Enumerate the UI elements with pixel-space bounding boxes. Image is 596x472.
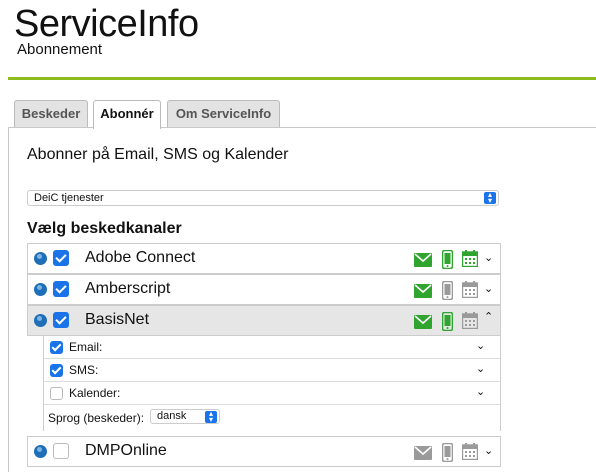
page-header: ServiceInfo Abonnement xyxy=(0,0,596,82)
channels-title: Vælg beskedkanaler xyxy=(27,220,182,237)
chevron-down-icon[interactable]: ⌄ xyxy=(484,444,493,457)
calendar-icon[interactable] xyxy=(462,443,478,460)
calendar-icon[interactable] xyxy=(462,312,478,329)
page-subtitle: Abonnement xyxy=(17,41,103,58)
sms-icon[interactable] xyxy=(442,281,453,300)
channel-label: Amberscript xyxy=(85,280,171,297)
channel-checkbox[interactable] xyxy=(53,250,69,266)
email-option-label: Email: xyxy=(69,340,103,354)
calendar-option-label: Kalender: xyxy=(69,386,121,400)
option-row-language: Sprog (beskeder): dansk ▴ ▾ xyxy=(43,405,501,431)
channel-row-dmponline: DMPOnline ⌄ xyxy=(27,436,501,467)
tab-abonner[interactable]: Abonnér xyxy=(93,100,161,129)
page-title: ServiceInfo xyxy=(14,3,199,45)
calendar-icon[interactable] xyxy=(462,281,478,298)
globe-icon[interactable] xyxy=(34,252,47,265)
panel-heading: Abonner på Email, SMS og Kalender xyxy=(27,146,289,163)
tab-beskeder[interactable]: Beskeder xyxy=(14,100,88,128)
email-icon[interactable] xyxy=(414,315,432,329)
channel-label: DMPOnline xyxy=(85,442,167,459)
chevron-down-icon[interactable]: ⌄ xyxy=(484,282,493,295)
sms-option-checkbox[interactable] xyxy=(50,364,63,377)
service-select[interactable]: DeiC tjenester ▴ ▾ xyxy=(27,190,499,206)
email-option-checkbox[interactable] xyxy=(50,341,63,354)
channel-checkbox[interactable] xyxy=(53,312,69,328)
email-icon[interactable] xyxy=(414,253,432,267)
sms-icon[interactable] xyxy=(442,443,453,462)
header-divider xyxy=(8,77,596,80)
email-icon[interactable] xyxy=(414,446,432,460)
language-select[interactable]: dansk ▴ ▾ xyxy=(150,409,220,424)
option-row-email: Email: ⌄ xyxy=(43,336,501,359)
globe-icon[interactable] xyxy=(34,445,47,458)
select-arrows-icon: ▴ ▾ xyxy=(205,410,217,424)
option-row-sms: SMS: ⌄ xyxy=(43,359,501,382)
channel-label: BasisNet xyxy=(85,311,150,328)
channel-row-adobe-connect: Adobe Connect ⌄ xyxy=(27,243,501,274)
tab-panel: Abonner på Email, SMS og Kalender DeiC t… xyxy=(8,127,596,472)
channel-label: Adobe Connect xyxy=(85,249,196,266)
chevron-down-icon[interactable]: ⌄ xyxy=(476,339,485,352)
service-select-value: DeiC tjenester xyxy=(34,192,104,204)
language-label: Sprog (beskeder): xyxy=(48,411,145,425)
chevron-up-icon[interactable]: ⌃ xyxy=(484,310,493,323)
channel-checkbox[interactable] xyxy=(53,443,69,459)
channel-row-amberscript: Amberscript ⌄ xyxy=(27,274,501,305)
globe-icon[interactable] xyxy=(34,283,47,296)
chevron-down-icon[interactable]: ⌄ xyxy=(476,385,485,398)
chevron-down-icon[interactable]: ⌄ xyxy=(484,251,493,264)
select-arrows-icon: ▴ ▾ xyxy=(484,191,496,205)
sms-option-label: SMS: xyxy=(69,363,99,377)
sms-icon[interactable] xyxy=(442,312,453,331)
email-icon[interactable] xyxy=(414,284,432,298)
channel-checkbox[interactable] xyxy=(53,281,69,297)
channel-row-basisnet: BasisNet ⌃ xyxy=(27,305,501,336)
sms-icon[interactable] xyxy=(442,250,453,269)
tab-om-serviceinfo[interactable]: Om ServiceInfo xyxy=(167,100,280,128)
globe-icon[interactable] xyxy=(34,314,47,327)
chevron-down-icon[interactable]: ⌄ xyxy=(476,362,485,375)
language-select-value: dansk xyxy=(157,410,187,422)
calendar-option-checkbox[interactable] xyxy=(50,387,63,400)
option-row-calendar: Kalender: ⌄ xyxy=(43,382,501,405)
calendar-icon[interactable] xyxy=(462,250,478,267)
